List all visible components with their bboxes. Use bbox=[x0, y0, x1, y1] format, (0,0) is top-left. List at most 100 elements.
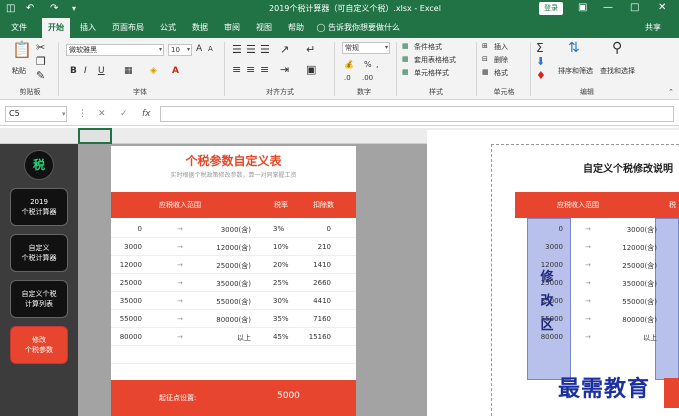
increase-decimal-icon[interactable]: .0 bbox=[344, 74, 351, 82]
deduction-cell: 7160 bbox=[313, 315, 331, 323]
align-middle-icon[interactable]: ☰ bbox=[246, 44, 256, 56]
tab-insert[interactable]: 插入 bbox=[76, 18, 100, 38]
formula-input[interactable] bbox=[160, 106, 674, 122]
custom-calc-button[interactable]: 自定义 个税计算器 bbox=[10, 234, 68, 272]
custom-list-button[interactable]: 自定义个税 计算列表 bbox=[10, 280, 68, 318]
sort-filter-button[interactable]: 排序和筛选 bbox=[558, 66, 593, 76]
autosum-icon[interactable]: Σ bbox=[536, 42, 544, 54]
chevron-down-icon[interactable]: ▾ bbox=[62, 106, 66, 122]
paste-button[interactable]: 粘贴 bbox=[12, 66, 26, 76]
redo-icon[interactable]: ↷ bbox=[50, 2, 58, 16]
threshold-bar: 起征点设置: 5000 bbox=[111, 380, 356, 416]
table-row: 25000 → 35000(含) 25% 2660 bbox=[111, 274, 356, 292]
undo-icon[interactable]: ↶ bbox=[26, 2, 34, 16]
percent-icon[interactable]: % bbox=[364, 60, 372, 69]
align-left-icon[interactable]: ≡ bbox=[232, 64, 241, 76]
tab-home[interactable]: 开始 bbox=[42, 18, 70, 38]
rate-cell: 20% bbox=[273, 261, 289, 269]
calc-2019-button[interactable]: 2019 个税计算器 bbox=[10, 188, 68, 226]
modify-params-button[interactable]: 修改 个税参数 bbox=[10, 326, 68, 364]
threshold-value[interactable]: 5000 bbox=[277, 391, 300, 401]
align-bottom-icon[interactable]: ☰ bbox=[260, 44, 270, 56]
fill-color-icon[interactable]: ◈ bbox=[150, 66, 157, 76]
close-icon[interactable]: ✕ bbox=[658, 1, 666, 15]
instr-range-low: 3000 bbox=[545, 243, 563, 251]
fill-icon[interactable]: ⬇ bbox=[536, 56, 545, 68]
tab-review[interactable]: 审阅 bbox=[220, 18, 244, 38]
merge-icon[interactable]: ▣ bbox=[306, 64, 316, 76]
tab-page-layout[interactable]: 页面布局 bbox=[108, 18, 148, 38]
paste-icon[interactable]: 📋 bbox=[12, 42, 32, 58]
orientation-icon[interactable]: ↗ bbox=[280, 44, 289, 56]
table-row: 55000 → 80000(含) 35% 7160 bbox=[111, 310, 356, 328]
range-high: 80000(含) bbox=[216, 316, 251, 324]
page-title: 个税参数自定义表 bbox=[185, 154, 282, 168]
tab-formulas[interactable]: 公式 bbox=[156, 18, 180, 38]
threshold-label: 起征点设置: bbox=[159, 394, 197, 402]
divider bbox=[530, 42, 531, 96]
align-top-icon[interactable]: ☰ bbox=[232, 44, 242, 56]
underline-button[interactable]: U bbox=[98, 66, 105, 76]
arrow-icon: → bbox=[585, 279, 591, 287]
minimize-icon[interactable]: — bbox=[603, 1, 613, 15]
table-format-button[interactable]: 套用表格格式 bbox=[414, 55, 456, 65]
shrink-font-button[interactable]: A bbox=[208, 45, 213, 53]
italic-button[interactable]: I bbox=[84, 66, 87, 76]
signin-button[interactable]: 登录 bbox=[539, 2, 563, 15]
indent-icon[interactable]: ⇥ bbox=[280, 64, 289, 76]
watermark: 最需教育 bbox=[558, 376, 651, 402]
bold-button[interactable]: B bbox=[70, 66, 77, 76]
rate-cell: 3% bbox=[273, 225, 285, 233]
maximize-icon[interactable]: □ bbox=[630, 1, 639, 15]
find-select-button[interactable]: 查找和选择 bbox=[600, 66, 635, 76]
divider bbox=[334, 42, 335, 96]
selected-cell[interactable] bbox=[78, 128, 112, 144]
tab-view[interactable]: 视图 bbox=[252, 18, 276, 38]
cut-icon[interactable]: ✂ bbox=[36, 42, 45, 54]
wrap-text-icon[interactable]: ↵ bbox=[306, 44, 315, 56]
tab-help[interactable]: 帮助 bbox=[284, 18, 308, 38]
align-right-icon[interactable]: ≡ bbox=[260, 64, 269, 76]
font-color-icon[interactable]: A bbox=[172, 66, 179, 76]
font-group-label: 字体 bbox=[133, 88, 147, 96]
ribbon-options-icon[interactable]: ▣ bbox=[578, 1, 587, 15]
conditional-format-icon: ▦ bbox=[402, 42, 409, 50]
format-painter-icon[interactable]: ✎ bbox=[36, 70, 45, 82]
save-icon[interactable]: ◫ bbox=[6, 2, 15, 16]
copy-icon[interactable]: ❐ bbox=[36, 56, 46, 68]
insert-function-button[interactable]: fx bbox=[142, 106, 151, 122]
cells-group-label: 单元格 bbox=[493, 88, 515, 96]
deduction-cell: 15160 bbox=[308, 333, 331, 341]
font-name-combo[interactable]: 微软雅黑 ▾ bbox=[66, 44, 164, 56]
tab-data[interactable]: 数据 bbox=[188, 18, 212, 38]
format-cells-button[interactable]: 格式 bbox=[494, 68, 508, 78]
name-box[interactable]: C5 bbox=[5, 106, 67, 122]
font-size-combo[interactable]: 10 ▾ bbox=[168, 44, 192, 56]
deduction-cell: 210 bbox=[317, 243, 331, 251]
cell-style-button[interactable]: 单元格样式 bbox=[414, 68, 449, 78]
share-button[interactable]: 共享 bbox=[645, 18, 661, 38]
border-icon[interactable]: ▦ bbox=[124, 66, 133, 76]
chevron-down-icon: ▾ bbox=[158, 46, 162, 53]
grow-font-button[interactable]: A bbox=[196, 44, 202, 54]
collapse-ribbon-icon[interactable]: ⌃ bbox=[668, 88, 674, 96]
rate-cell: 25% bbox=[273, 279, 289, 287]
range-high: 25000(含) bbox=[216, 262, 251, 270]
number-format-combo[interactable]: 常规 ▾ bbox=[342, 42, 390, 54]
clear-icon[interactable]: ♦ bbox=[536, 70, 546, 82]
divider bbox=[58, 42, 59, 96]
cancel-icon[interactable]: ✕ bbox=[98, 106, 106, 122]
instruction-row: 0 → 3000(含) bbox=[515, 220, 679, 238]
header-rate: 税率 bbox=[274, 201, 288, 209]
decrease-decimal-icon[interactable]: .00 bbox=[362, 74, 373, 82]
delete-cells-button[interactable]: 删除 bbox=[494, 55, 508, 65]
conditional-format-button[interactable]: 条件格式 bbox=[414, 42, 442, 52]
tell-me-search[interactable]: 告诉我你想要做什么 bbox=[328, 18, 400, 38]
align-center-icon[interactable]: ≡ bbox=[246, 64, 255, 76]
customize-qa-icon[interactable]: ▾ bbox=[72, 2, 76, 16]
currency-icon[interactable]: 💰 bbox=[344, 60, 354, 69]
enter-icon[interactable]: ✓ bbox=[120, 106, 128, 122]
comma-icon[interactable]: , bbox=[376, 60, 379, 69]
tab-file[interactable]: 文件 bbox=[6, 18, 32, 38]
insert-cells-button[interactable]: 插入 bbox=[494, 42, 508, 52]
